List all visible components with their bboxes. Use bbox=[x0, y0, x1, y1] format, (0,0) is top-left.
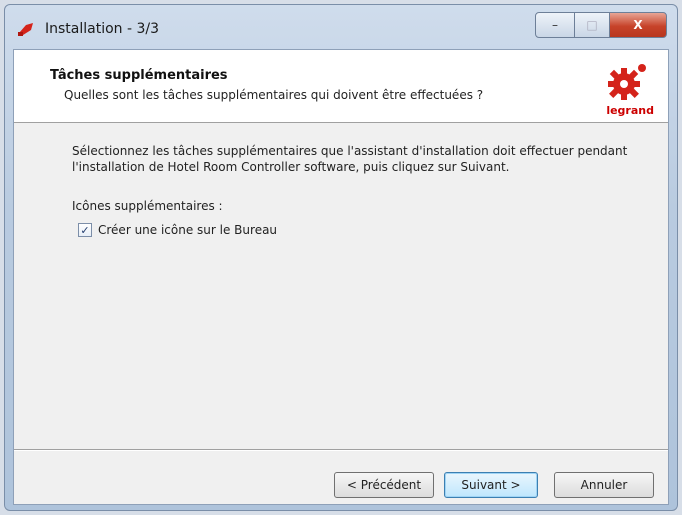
icons-section-label: Icônes supplémentaires : bbox=[72, 199, 223, 213]
installer-window: Installation - 3/3 – □ X Tâches suppléme… bbox=[4, 4, 678, 511]
wizard-body: Sélectionnez les tâches supplémentaires … bbox=[14, 123, 668, 433]
cancel-button[interactable]: Annuler bbox=[554, 472, 654, 498]
footer-separator bbox=[14, 449, 668, 451]
app-icon bbox=[18, 23, 33, 36]
maximize-button[interactable]: □ bbox=[574, 12, 610, 38]
title-bar[interactable]: Installation - 3/3 – □ X bbox=[5, 5, 677, 49]
page-subtitle: Quelles sont les tâches supplémentaires … bbox=[64, 88, 484, 102]
close-button[interactable]: X bbox=[609, 12, 667, 38]
minimize-button[interactable]: – bbox=[535, 12, 575, 38]
back-button[interactable]: < Précédent bbox=[334, 472, 434, 498]
wizard-client-area: Tâches supplémentaires Quelles sont les … bbox=[13, 49, 669, 505]
task-description: Sélectionnez les tâches supplémentaires … bbox=[72, 144, 628, 174]
legrand-logo: legrand bbox=[594, 62, 654, 118]
page-title: Tâches supplémentaires bbox=[50, 68, 228, 83]
desktop-icon-checkbox[interactable]: ✓ bbox=[78, 223, 92, 237]
logo-text: legrand bbox=[606, 104, 654, 117]
next-button[interactable]: Suivant > bbox=[444, 472, 538, 498]
desktop-icon-checkbox-label[interactable]: Créer une icône sur le Bureau bbox=[98, 223, 277, 237]
desktop-icon-option[interactable]: ✓ Créer une icône sur le Bureau bbox=[78, 223, 277, 237]
gear-icon bbox=[608, 64, 646, 100]
wizard-header: Tâches supplémentaires Quelles sont les … bbox=[14, 50, 668, 123]
window-title: Installation - 3/3 bbox=[45, 21, 160, 37]
